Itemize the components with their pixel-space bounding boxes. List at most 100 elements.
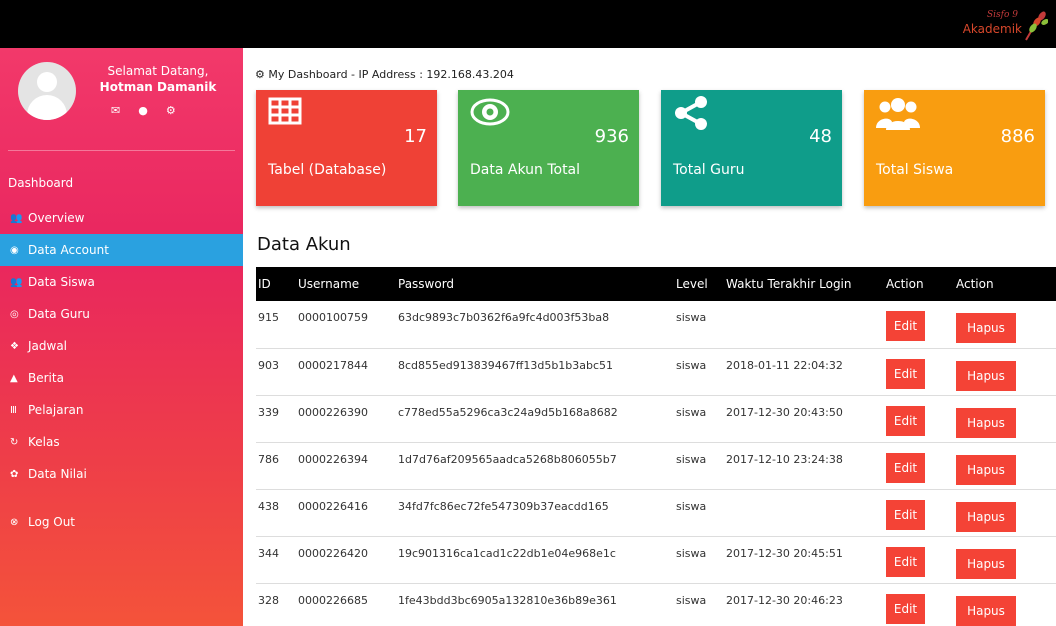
cell-last-login: 2017-12-30 20:43:50 (726, 405, 843, 419)
cell-id: 915 (258, 311, 279, 324)
column-header-level[interactable]: Level (674, 267, 724, 301)
delete-button[interactable]: Hapus (956, 454, 1016, 485)
stat-label: Total Guru (673, 162, 745, 178)
user-icon[interactable]: ● (138, 104, 148, 117)
edit-button[interactable]: Edit (886, 358, 925, 389)
table-row: 915 0000100759 63dc9893c7b0362f6a9fc4d00… (256, 301, 1056, 348)
column-header-last-login[interactable]: Waktu Terakhir Login (724, 267, 884, 301)
edit-button[interactable]: Edit (886, 593, 925, 624)
sidebar-item-pelajaran[interactable]: Ⅲ Pelajaran (0, 394, 243, 426)
bank-icon: Ⅲ (10, 404, 17, 416)
sidebar-item-berita[interactable]: ▲ Berita (0, 362, 243, 394)
delete-button[interactable]: Hapus (956, 595, 1016, 626)
delete-button[interactable]: Hapus (956, 501, 1016, 532)
cell-last-login: 2017-12-30 20:46:23 (726, 593, 843, 607)
bullseye-icon: ◎ (10, 308, 19, 320)
edit-button[interactable]: Edit (886, 499, 925, 530)
column-header-username[interactable]: Username (296, 267, 396, 301)
delete-button[interactable]: Hapus (956, 360, 1016, 391)
delete-button[interactable]: Hapus (956, 548, 1016, 579)
cell-id: 438 (258, 499, 279, 513)
cell-password: 34fd7fc86ec72fe547309b37eacdd165 (398, 499, 609, 513)
power-icon: ⊗ (10, 516, 19, 528)
cell-username: 0000217844 (298, 358, 368, 372)
column-header-action-edit: Action (886, 277, 924, 291)
cell-password: c778ed55a5296ca3c24a9d5b168a8682 (398, 405, 618, 419)
stat-value: 48 (809, 126, 832, 147)
cell-username: 0000226394 (298, 452, 368, 466)
share-icon (675, 96, 707, 130)
stat-card-akun[interactable]: 936 Data Akun Total (458, 90, 639, 206)
sidebar-item-data-guru[interactable]: ◎ Data Guru (0, 298, 243, 330)
account-table-wrapper: ID Username Password Level Waktu Terakhi… (256, 267, 1056, 626)
user-name: Hotman Damanik (99, 80, 217, 94)
edit-button[interactable]: Edit (886, 405, 925, 436)
cell-id: 344 (258, 546, 279, 560)
section-title: Data Akun (257, 234, 351, 255)
cell-password: 1fe43bdd3bc6905a132810e36b89e361 (398, 593, 617, 607)
logo-word: Akademik (962, 22, 1022, 36)
table-row: 786 0000226394 1d7d76af209565aadca5268b8… (256, 442, 1056, 489)
cell-level: siswa (676, 546, 707, 560)
profile-actions: ✉ ● ⚙ (111, 104, 176, 117)
cell-password: 1d7d76af209565aadca5268b806055b7 (398, 452, 617, 466)
delete-button[interactable]: Hapus (956, 407, 1016, 438)
cell-level: siswa (676, 593, 707, 607)
cogs-icon[interactable]: ⚙ (166, 104, 176, 117)
stat-card-tabel[interactable]: 17 Tabel (Database) (256, 90, 437, 206)
stat-card-guru[interactable]: 48 Total Guru (661, 90, 842, 206)
breadcrumb: ⚙ My Dashboard - IP Address : 192.168.43… (255, 68, 514, 81)
eye-icon (470, 98, 510, 126)
app-logo[interactable]: Sisfo 9 Akademik (956, 8, 1048, 42)
edit-button[interactable]: Edit (886, 311, 925, 341)
delete-button[interactable]: Hapus (956, 313, 1016, 343)
stat-value: 886 (1000, 126, 1035, 147)
sidebar-divider (8, 150, 235, 151)
stat-card-siswa[interactable]: 886 Total Siswa (864, 90, 1045, 206)
welcome-text: Selamat Datang, (107, 64, 209, 78)
cell-last-login: 2017-12-10 23:24:38 (726, 452, 843, 466)
main-content: ⚙ My Dashboard - IP Address : 192.168.43… (243, 48, 1056, 626)
cell-username: 0000226416 (298, 499, 368, 513)
eye-icon: ◉ (10, 244, 19, 256)
edit-button[interactable]: Edit (886, 546, 925, 577)
stat-value: 936 (594, 126, 629, 147)
table-row: 438 0000226416 34fd7fc86ec72fe547309b37e… (256, 489, 1056, 536)
cell-id: 328 (258, 593, 279, 607)
top-navbar: Sisfo 9 Akademik (0, 0, 1056, 48)
avatar (18, 62, 76, 120)
sidebar-item-label: Overview (28, 211, 85, 225)
cell-password: 63dc9893c7b0362f6a9fc4d003f53ba8 (398, 311, 610, 324)
redo-icon: ↻ (10, 436, 19, 448)
cell-username: 0000226685 (298, 593, 368, 607)
sidebar-item-data-siswa[interactable]: 👥 Data Siswa (0, 266, 243, 298)
stat-label: Data Akun Total (470, 162, 581, 178)
column-header-action-delete: Action (956, 277, 994, 291)
column-header-password[interactable]: Password (396, 267, 674, 301)
sidebar-item-data-account[interactable]: ◉ Data Account (0, 234, 243, 266)
sidebar-item-data-nilai[interactable]: ✿ Data Nilai (0, 458, 243, 490)
sidebar-item-kelas[interactable]: ↻ Kelas (0, 426, 243, 458)
user-profile: Selamat Datang, Hotman Damanik ✉ ● ⚙ (0, 48, 243, 148)
sidebar-item-jadwal[interactable]: ❖ Jadwal (0, 330, 243, 362)
sidebar-item-overview[interactable]: 👥 Overview (0, 202, 243, 234)
dashboard-icon: ⚙ (255, 68, 265, 81)
logout-label: Log Out (28, 515, 76, 529)
breadcrumb-text: My Dashboard - IP Address : 192.168.43.2… (268, 68, 514, 81)
sidebar-item-label: Kelas (28, 435, 60, 449)
envelope-icon[interactable]: ✉ (111, 104, 120, 117)
logo-sup-text: Sisfo 9 (986, 10, 1018, 20)
logout-button[interactable]: ⊗ Log Out (0, 506, 243, 538)
edit-button[interactable]: Edit (886, 452, 925, 483)
users-icon: 👥 (10, 276, 23, 288)
sidebar-item-label: Jadwal (28, 339, 68, 353)
sidebar-nav: 👥 Overview ◉ Data Account 👥 Data Siswa ◎… (0, 202, 243, 490)
stat-value: 17 (404, 126, 427, 147)
cell-level: siswa (676, 405, 707, 419)
users-icon (876, 98, 920, 130)
table-icon (268, 97, 302, 125)
column-header-id[interactable]: ID (256, 267, 296, 301)
users-icon: 👥 (10, 212, 23, 224)
cell-username: 0000100759 (298, 311, 368, 324)
cell-last-login (724, 489, 884, 536)
